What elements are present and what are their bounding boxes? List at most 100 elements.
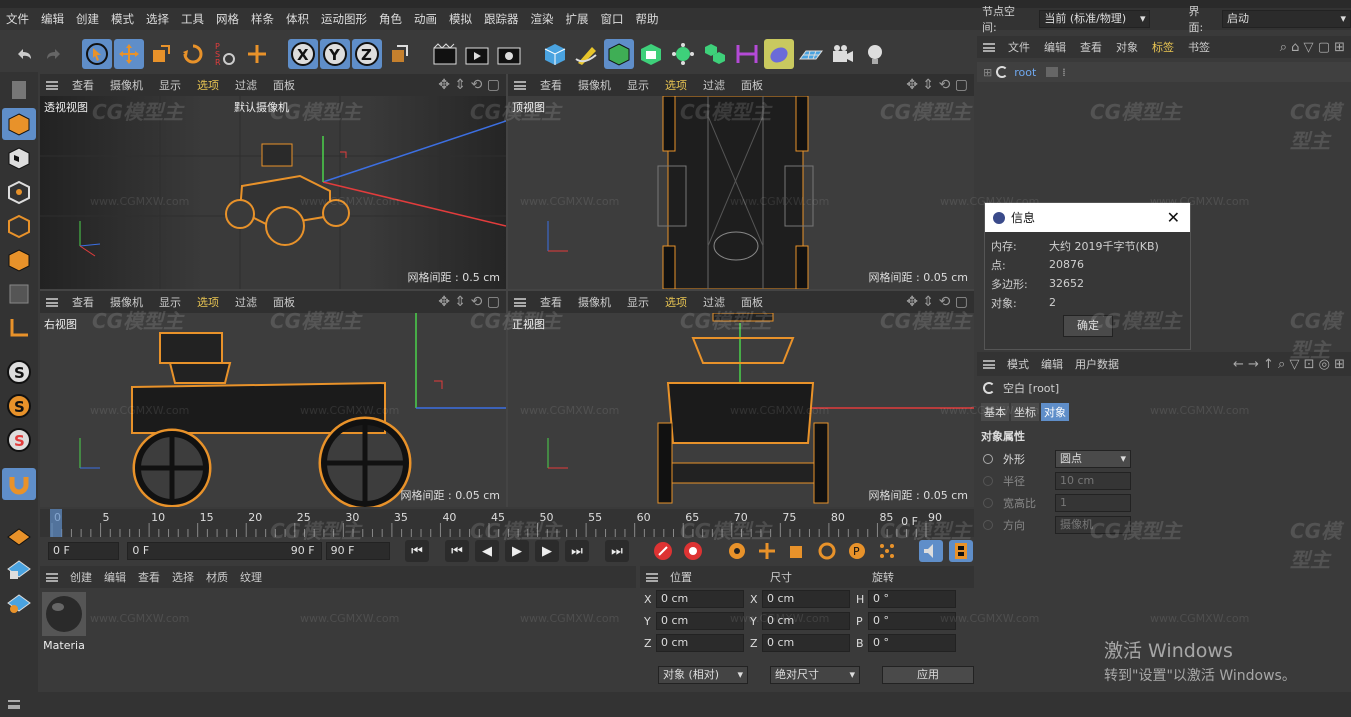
polygons-mode-icon[interactable] <box>2 244 36 276</box>
autokey-icon[interactable] <box>681 540 705 562</box>
texture-mode-icon[interactable] <box>2 142 36 174</box>
prev-key-icon[interactable]: ⏮ <box>444 540 469 562</box>
material-thumbnail[interactable]: Materia <box>42 592 86 652</box>
snap-s3-icon[interactable]: S <box>2 424 36 456</box>
menu-item[interactable]: 工具 <box>175 8 210 30</box>
coord-mode-dropdown[interactable]: 对象 (相对) ▾ <box>658 666 748 684</box>
attribute-field-value[interactable]: 10 cm <box>1055 472 1131 490</box>
y-axis-lock-icon[interactable]: Y <box>320 39 350 69</box>
menu-item[interactable]: 文件 <box>0 8 35 30</box>
node-space-dropdown[interactable]: 当前 (标准/物理) ▾ <box>1039 10 1151 28</box>
workplane-options-icon[interactable] <box>2 586 36 618</box>
viewport-menu-item[interactable]: 面板 <box>265 294 303 310</box>
viewport-menu-item[interactable]: 选项 <box>657 77 695 93</box>
object-menu-item[interactable]: 编辑 <box>1037 39 1073 55</box>
timeline-ruler[interactable]: 051015202530354045505560657075808590 0 F <box>40 509 974 537</box>
goto-start-icon[interactable]: ⏮ <box>404 540 429 562</box>
viewport-menu-item[interactable]: 查看 <box>532 77 570 93</box>
animate-dot-icon[interactable] <box>983 498 993 508</box>
attribute-menu-item[interactable]: 模式 <box>1001 356 1035 372</box>
coord-apply-button[interactable]: 应用 <box>882 666 974 684</box>
make-editable-icon[interactable] <box>2 74 36 106</box>
model-mode-icon[interactable] <box>2 108 36 140</box>
viewport-menu-item[interactable]: 显示 <box>619 77 657 93</box>
undo-icon[interactable] <box>8 39 38 69</box>
menu-item[interactable]: 角色 <box>373 8 408 30</box>
material-menu-item[interactable]: 查看 <box>132 569 166 585</box>
viewport-top[interactable]: 查看 摄像机 显示 选项 过滤 面板 ✥ ⇕ ⟲ ▢ 顶视图 网格间距 : 0.05 cm <box>508 74 974 289</box>
coord-value-field[interactable]: 0 cm <box>656 590 744 608</box>
animate-dot-icon[interactable] <box>983 454 993 464</box>
camera-icon[interactable] <box>828 39 858 69</box>
tree-expand-icon[interactable]: ⊞ <box>983 66 992 79</box>
info-ok-button[interactable]: 确定 <box>1063 315 1113 337</box>
close-icon[interactable]: ✕ <box>1167 208 1180 227</box>
object-menu-item[interactable]: 文件 <box>1001 39 1037 55</box>
coord-value-field[interactable]: 0 ° <box>868 612 956 630</box>
extrude-icon[interactable] <box>636 39 666 69</box>
deformer-icon[interactable] <box>732 39 762 69</box>
uv-mode-icon[interactable] <box>2 278 36 310</box>
viewport-nav-icons[interactable]: ✥ ⇕ ⟲ ▢ <box>438 77 506 93</box>
render-view-icon[interactable] <box>430 39 460 69</box>
menu-item[interactable]: 动画 <box>408 8 443 30</box>
menu-item[interactable]: 编辑 <box>35 8 70 30</box>
menu-item[interactable]: 网格 <box>210 8 245 30</box>
last-tool-icon[interactable] <box>242 39 272 69</box>
attribute-field-value[interactable]: 圆点 ▾ <box>1055 450 1131 468</box>
viewport-perspective[interactable]: 查看 摄像机 显示 选项 过滤 面板 ✥ ⇕ ⟲ ▢ 透视视图 默认摄像机 网格间距 : … <box>40 74 506 289</box>
viewport-menu-item[interactable]: 摄像机 <box>102 294 151 310</box>
object-row-root[interactable]: ⊞ root ⁞ <box>977 62 1351 82</box>
end-frame-field[interactable]: 90 F <box>325 542 390 560</box>
next-frame-icon[interactable]: ▶ <box>534 540 559 562</box>
psr-icon[interactable]: PSR <box>210 39 240 69</box>
key-parameter-icon[interactable]: P <box>845 540 869 562</box>
snap-s2-icon[interactable]: S <box>2 390 36 422</box>
attribute-field-value[interactable]: 1 <box>1055 494 1131 512</box>
record-icon[interactable] <box>651 540 675 562</box>
menu-item[interactable]: 模拟 <box>443 8 478 30</box>
viewport-menu-item[interactable]: 面板 <box>733 294 771 310</box>
film-icon[interactable] <box>948 540 973 562</box>
move-icon[interactable] <box>114 39 144 69</box>
viewport-menu-item[interactable]: 过滤 <box>227 77 265 93</box>
workplane-icon[interactable] <box>2 518 36 550</box>
cube-primitive-icon[interactable] <box>540 39 570 69</box>
menu-item[interactable]: 跟踪器 <box>478 8 525 30</box>
pen-spline-icon[interactable] <box>572 39 602 69</box>
coord-value-field[interactable]: 0 cm <box>762 612 850 630</box>
viewport-front[interactable]: 查看 摄像机 显示 选项 过滤 面板 ✥ ⇕ ⟲ ▢ 正视图 网格间距 : 0.05 cm <box>508 291 974 507</box>
viewport-menu-item[interactable]: 过滤 <box>695 294 733 310</box>
key-rotation-icon[interactable] <box>815 540 839 562</box>
material-menu-item[interactable]: 纹理 <box>234 569 268 585</box>
animate-dot-icon[interactable] <box>983 476 993 486</box>
render-picture-viewer-icon[interactable] <box>462 39 492 69</box>
animate-dot-icon[interactable] <box>983 520 993 530</box>
sound-icon[interactable] <box>918 540 943 562</box>
menu-item[interactable]: 选择 <box>140 8 175 30</box>
menu-item[interactable]: 帮助 <box>630 8 665 30</box>
menu-item[interactable]: 样条 <box>245 8 280 30</box>
viewport-nav-icons[interactable]: ✥ ⇕ ⟲ ▢ <box>906 77 974 93</box>
coord-size-dropdown[interactable]: 绝对尺寸 ▾ <box>770 666 860 684</box>
object-menu-item[interactable]: 书签 <box>1181 39 1217 55</box>
rotate-icon[interactable] <box>178 39 208 69</box>
attribute-menu-item[interactable]: 用户数据 <box>1069 356 1125 372</box>
axis-mode-icon[interactable] <box>2 312 36 344</box>
environment-icon[interactable] <box>764 39 794 69</box>
key-pla-icon[interactable] <box>875 540 899 562</box>
attribute-nav-icons[interactable]: ← → ↑ ⌕ ▽ ⊡ ◎ ⊞ <box>1233 357 1351 372</box>
viewport-menu-item[interactable]: 摄像机 <box>102 77 151 93</box>
goto-end-icon[interactable]: ⏭ <box>604 540 629 562</box>
snap-s1-icon[interactable]: S <box>2 356 36 388</box>
object-menu-item[interactable]: 查看 <box>1073 39 1109 55</box>
attribute-tab[interactable]: 基本 <box>981 403 1009 421</box>
viewport-right[interactable]: 查看 摄像机 显示 选项 过滤 面板 ✥ ⇕ ⟲ ▢ 右视图 网格间距 : 0.05 cm <box>40 291 506 507</box>
key-position-icon[interactable] <box>755 540 779 562</box>
menu-item[interactable]: 扩展 <box>560 8 595 30</box>
layout-dropdown[interactable]: 启动 ▾ <box>1221 10 1351 28</box>
material-menu-item[interactable]: 选择 <box>166 569 200 585</box>
viewport-menu-item[interactable]: 过滤 <box>227 294 265 310</box>
layer-icon[interactable] <box>1046 67 1059 77</box>
attribute-tab[interactable]: 坐标 <box>1011 403 1039 421</box>
